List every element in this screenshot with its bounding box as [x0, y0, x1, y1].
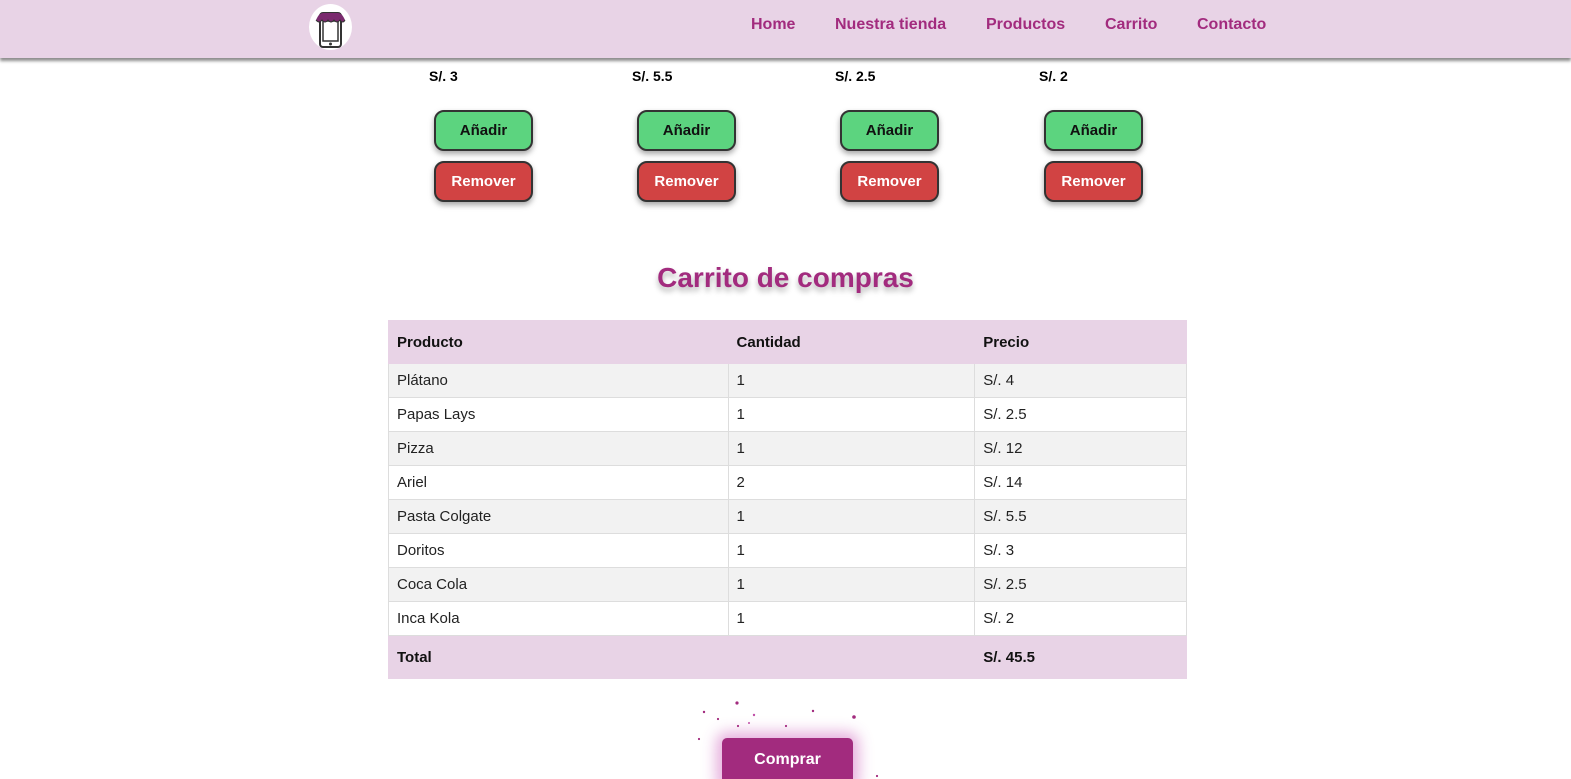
add-button[interactable]: Añadir — [434, 110, 533, 151]
product-price: S/. 2.5 — [835, 68, 876, 84]
add-button[interactable]: Añadir — [637, 110, 736, 151]
product-price: S/. 5.5 — [632, 68, 673, 84]
table-row: Pasta Colgate 1 S/. 5.5 — [388, 499, 1187, 534]
cell-product: Pasta Colgate — [388, 499, 729, 534]
nav-link-productos[interactable]: Productos — [986, 16, 1065, 34]
cell-quantity: 1 — [727, 533, 976, 568]
cell-price: S/. 14 — [974, 465, 1187, 500]
navbar: Home Nuestra tienda Productos Carrito Co… — [0, 0, 1571, 58]
cell-quantity: 1 — [727, 601, 976, 636]
nav-link-home[interactable]: Home — [751, 16, 795, 34]
cell-product: Papas Lays — [388, 397, 729, 432]
table-row: Plátano 1 S/. 4 — [388, 363, 1187, 398]
cell-quantity: 2 — [727, 465, 976, 500]
cell-price: S/. 2 — [974, 601, 1187, 636]
product-price: S/. 3 — [429, 68, 458, 84]
header-producto: Producto — [388, 320, 729, 364]
cell-product: Doritos — [388, 533, 729, 568]
cell-quantity: 1 — [727, 363, 976, 398]
table-row: Coca Cola 1 S/. 2.5 — [388, 567, 1187, 602]
header-precio: Precio — [974, 320, 1187, 364]
table-row: Inca Kola 1 S/. 2 — [388, 601, 1187, 636]
total-value: S/. 45.5 — [974, 635, 1187, 679]
cell-product: Ariel — [388, 465, 729, 500]
remove-button[interactable]: Remover — [840, 161, 939, 202]
cell-price: S/. 5.5 — [974, 499, 1187, 534]
nav-link-carrito[interactable]: Carrito — [1105, 16, 1157, 34]
remove-button[interactable]: Remover — [434, 161, 533, 202]
cell-product: Coca Cola — [388, 567, 729, 602]
buy-button[interactable]: Comprar — [722, 738, 853, 779]
cell-product: Inca Kola — [388, 601, 729, 636]
cell-quantity: 1 — [727, 397, 976, 432]
remove-button[interactable]: Remover — [637, 161, 736, 202]
cell-price: S/. 2.5 — [974, 397, 1187, 432]
phone-store-icon — [315, 12, 346, 48]
nav-link-contacto[interactable]: Contacto — [1197, 16, 1266, 34]
table-row: Pizza 1 S/. 12 — [388, 431, 1187, 466]
table-row: Doritos 1 S/. 3 — [388, 533, 1187, 568]
cell-product: Plátano — [388, 363, 729, 398]
total-label: Total — [387, 635, 976, 679]
add-button[interactable]: Añadir — [1044, 110, 1143, 151]
cart-header-row: Producto Cantidad Precio — [388, 320, 1187, 364]
cell-price: S/. 2.5 — [974, 567, 1187, 602]
product-card: S/. 2 Añadir Remover — [1039, 68, 1149, 208]
cell-quantity: 1 — [727, 567, 976, 602]
cell-quantity: 1 — [727, 499, 976, 534]
header-cantidad: Cantidad — [727, 320, 976, 364]
cart-title: Carrito de compras — [657, 262, 914, 293]
cell-quantity: 1 — [727, 431, 976, 466]
store-logo[interactable] — [309, 4, 352, 50]
cell-price: S/. 12 — [974, 431, 1187, 466]
cart-total-row: Total S/. 45.5 — [387, 635, 1187, 679]
product-card: S/. 5.5 Añadir Remover — [632, 68, 742, 208]
product-card: S/. 2.5 Añadir Remover — [835, 68, 945, 208]
cell-price: S/. 3 — [974, 533, 1187, 568]
remove-button[interactable]: Remover — [1044, 161, 1143, 202]
cart-table: Producto Cantidad Precio Plátano 1 S/. 4… — [387, 320, 1187, 679]
add-button[interactable]: Añadir — [840, 110, 939, 151]
table-row: Papas Lays 1 S/. 2.5 — [388, 397, 1187, 432]
table-row: Ariel 2 S/. 14 — [388, 465, 1187, 500]
product-card: S/. 3 Añadir Remover — [429, 68, 539, 208]
cell-price: S/. 4 — [974, 363, 1187, 398]
nav-link-tienda[interactable]: Nuestra tienda — [835, 16, 946, 34]
product-price: S/. 2 — [1039, 68, 1068, 84]
cell-product: Pizza — [388, 431, 729, 466]
